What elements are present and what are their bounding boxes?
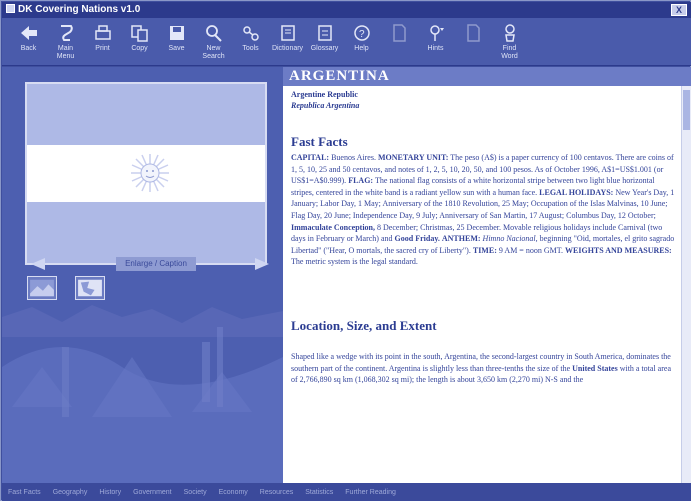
weights-value: The metric system is the legal standard. [291, 257, 418, 267]
toolbar: Back Main Menu Print Copy Save New Search Tool… [2, 18, 691, 66]
immaculate-link[interactable]: Immaculate Conception, [291, 223, 375, 232]
toolbar-label: New Search [202, 45, 225, 60]
toolbar-label: Tools [242, 45, 259, 52]
article-panel: ARGENTINA Argentine Republic Republica A… [283, 67, 691, 483]
toolbar-label: Hints [427, 45, 444, 52]
next-arrow-icon[interactable] [254, 257, 270, 271]
tab-fast-facts[interactable]: Fast Facts [8, 489, 41, 496]
toolbar-label: Back [20, 45, 37, 52]
tab-geography[interactable]: Geography [53, 489, 88, 496]
tab-further-reading[interactable]: Further Reading [345, 489, 396, 496]
toolbar-glossary-button[interactable]: Glossary [306, 18, 343, 66]
toolbar-new-search-button[interactable]: New Search [195, 18, 232, 66]
sun-of-may-icon [131, 154, 169, 192]
toolbar-help-button[interactable]: ? Help [343, 18, 380, 66]
document-icon [392, 24, 406, 42]
glossary-icon [317, 25, 332, 41]
anthem-label: ANTHEM: [441, 234, 481, 244]
toolbar-hints-button[interactable]: Hints [417, 18, 454, 66]
time-label: TIME: [472, 245, 497, 255]
toolbar-copy-button[interactable]: Copy [121, 18, 158, 66]
toolbar-dictionary-button[interactable]: Dictionary [269, 18, 306, 66]
fast-facts-text: CAPITAL: Buenos Aires. MONETARY UNIT: Th… [283, 150, 691, 268]
map-thumbnail[interactable] [75, 276, 105, 300]
location-text: Shaped like a wedge with its point in th… [283, 349, 691, 386]
hints-icon [429, 25, 444, 41]
country-title: ARGENTINA [283, 67, 691, 86]
svg-text:?: ? [359, 29, 365, 40]
app-window: DK Covering Nations v1.0 X Back Main Menu… [0, 0, 691, 501]
previous-arrow-icon[interactable] [30, 257, 46, 271]
toolbar-label: Main Menu [56, 45, 75, 60]
toolbar-tools-button[interactable]: Tools [232, 18, 269, 66]
map-icon [78, 279, 102, 297]
magnifier-icon [205, 25, 222, 42]
back-arrow-icon [20, 26, 37, 40]
currency-label: MONETARY UNIT: [377, 153, 449, 162]
country-flag-image[interactable] [25, 82, 267, 265]
toolbar-label: Copy [131, 45, 148, 52]
photo-thumbnail[interactable] [27, 276, 57, 300]
toolbar-label: Find Word [501, 45, 518, 60]
toolbar-find-word-button[interactable]: Find Word [491, 18, 528, 66]
disk-icon [169, 26, 184, 40]
toolbar-document-button[interactable] [380, 18, 417, 66]
tab-economy[interactable]: Economy [219, 489, 248, 496]
native-name: Republica Argentina [291, 101, 360, 110]
toolbar-label: Print [95, 45, 110, 52]
toolbar-label: Glossary [310, 45, 339, 52]
official-names: Argentine Republic Republica Argentina [283, 86, 691, 111]
dictionary-icon [280, 25, 295, 41]
article-scrollbar[interactable] [681, 86, 691, 483]
capital-value: Buenos Aires. [331, 153, 376, 162]
weights-label: WEIGHTS AND MEASURES: [565, 245, 672, 255]
page-icon [466, 24, 480, 42]
time-value: 9 AM = noon GMT. [498, 245, 564, 255]
capital-label: CAPITAL: [291, 153, 330, 162]
media-panel: Enlarge / Caption [2, 67, 283, 483]
holidays-label: LEGAL HOLIDAYS: [539, 187, 614, 197]
tab-statistics[interactable]: Statistics [305, 489, 333, 496]
enlarge-caption-button[interactable]: Enlarge / Caption [116, 257, 196, 271]
united-states-link[interactable]: United States [572, 364, 618, 373]
anthem-title: Himno Nacional, [482, 234, 538, 244]
toolbar-print-button[interactable]: Print [84, 18, 121, 66]
window-title: DK Covering Nations v1.0 [18, 4, 141, 15]
toolbar-save-button[interactable]: Save [158, 18, 195, 66]
section-tabs: Fast Facts Geography History Government Soci… [2, 483, 691, 501]
copy-icon [130, 25, 148, 42]
title-bar: DK Covering Nations v1.0 X [2, 2, 691, 18]
printer-icon [94, 25, 111, 40]
tab-government[interactable]: Government [133, 489, 172, 496]
find-word-icon [504, 24, 515, 42]
good-friday-link[interactable]: Good Friday. [395, 234, 440, 243]
close-button[interactable]: X [671, 4, 687, 16]
toolbar-back-button[interactable]: Back [10, 18, 47, 66]
main-menu-icon [60, 25, 73, 41]
official-name: Argentine Republic [291, 90, 358, 99]
tab-society[interactable]: Society [184, 489, 207, 496]
help-icon: ? [353, 25, 370, 41]
caption-bar: Enlarge / Caption [30, 257, 270, 271]
toolbar-label: Save [168, 45, 185, 52]
tab-history[interactable]: History [99, 489, 121, 496]
flag-label: FLAG: [348, 176, 374, 186]
landscape-icon [30, 279, 54, 297]
toolbar-blank-button[interactable] [454, 18, 491, 66]
location-heading: Location, Size, and Extent [291, 317, 437, 333]
toolbar-label: Dictionary [271, 45, 304, 52]
toolbar-label: Help [354, 45, 369, 52]
toolbar-main-menu-button[interactable]: Main Menu [47, 18, 84, 66]
app-icon [6, 4, 15, 13]
tools-icon [242, 26, 259, 41]
tab-resources[interactable]: Resources [260, 489, 293, 496]
scrollbar-thumb[interactable] [683, 90, 690, 130]
fast-facts-heading: Fast Facts [291, 134, 348, 149]
